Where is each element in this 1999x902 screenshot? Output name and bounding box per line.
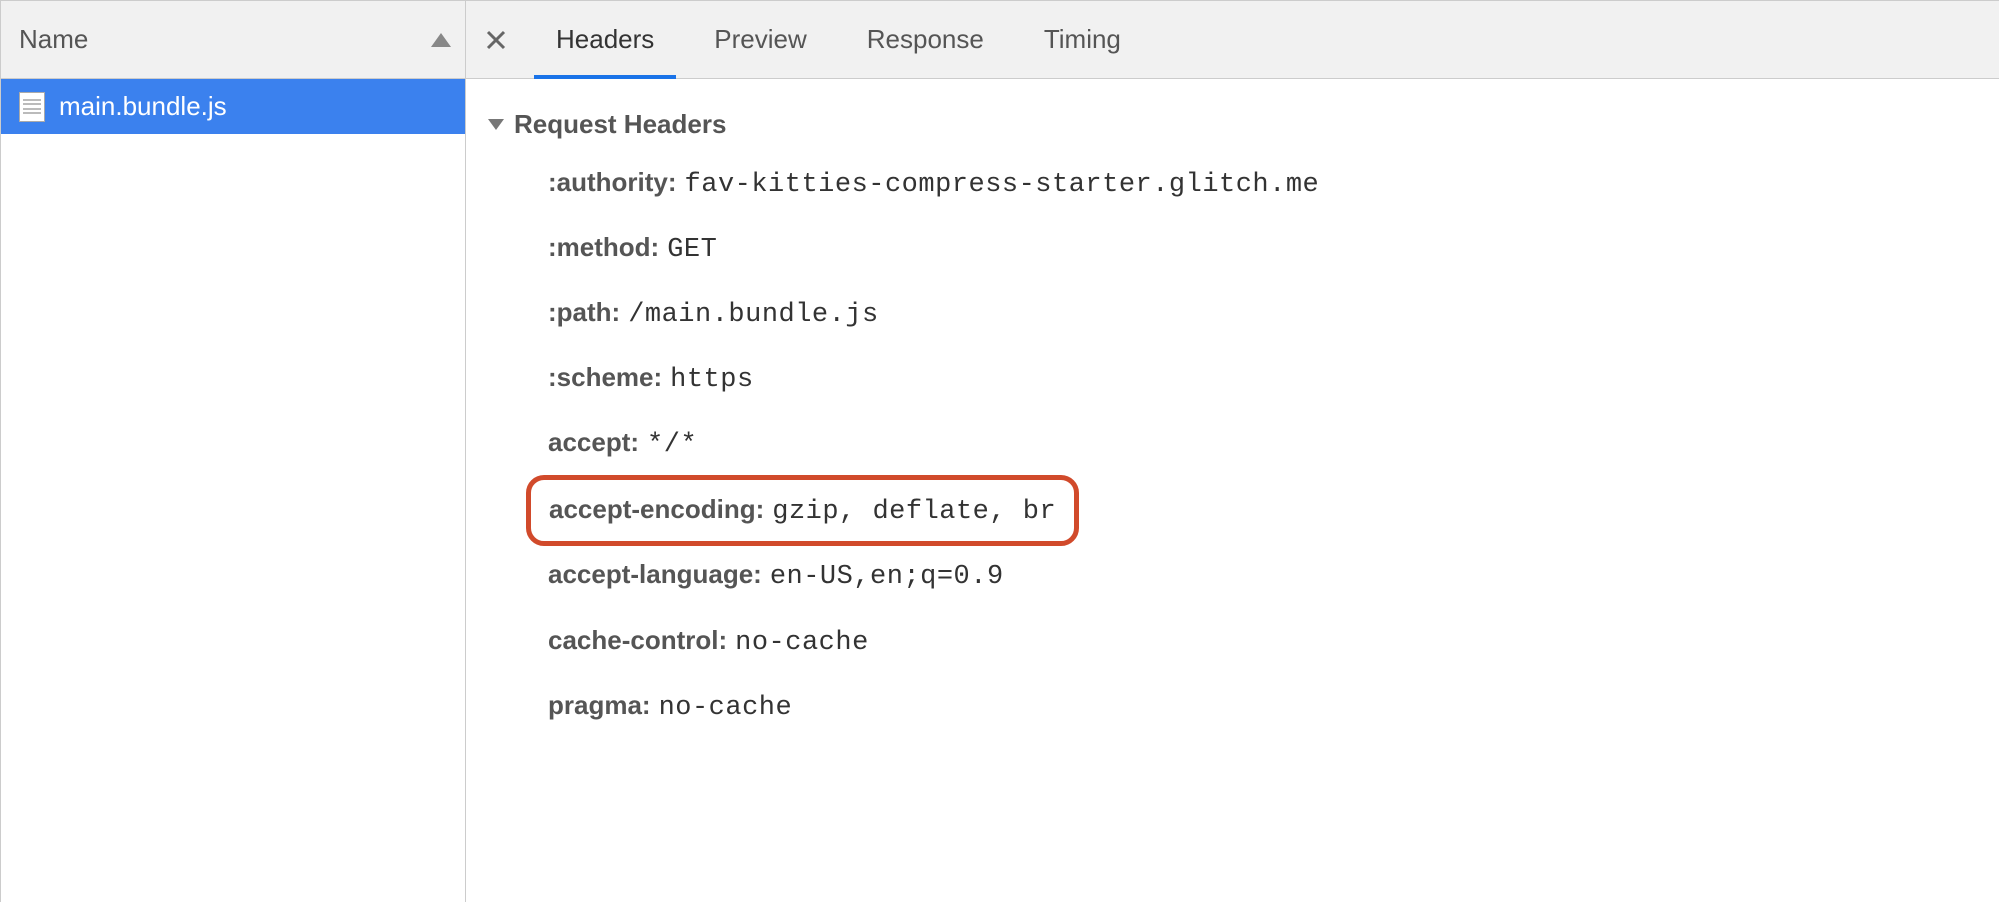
header-cache-control: cache-control: no-cache bbox=[548, 624, 1979, 661]
disclosure-triangle-icon bbox=[488, 119, 504, 130]
header-value: https bbox=[670, 363, 754, 398]
header-value: fav-kitties-compress-starter.glitch.me bbox=[685, 168, 1320, 203]
request-filename: main.bundle.js bbox=[59, 91, 227, 122]
tab-label: Headers bbox=[556, 24, 654, 55]
tab-preview[interactable]: Preview bbox=[684, 1, 836, 78]
header-name: accept-language: bbox=[548, 558, 762, 592]
header-value: */* bbox=[647, 428, 697, 463]
header-value: no-cache bbox=[735, 626, 869, 661]
request-details: Headers Preview Response Timing Request … bbox=[466, 1, 1999, 902]
tab-headers[interactable]: Headers bbox=[526, 1, 684, 78]
devtools-network-panel: Name main.bundle.js Headers bbox=[0, 0, 1999, 902]
header-accept-language: accept-language: en-US,en;q=0.9 bbox=[548, 558, 1979, 595]
header-pragma: pragma: no-cache bbox=[548, 689, 1979, 726]
section-title-label: Request Headers bbox=[514, 109, 726, 140]
header-scheme: :scheme: https bbox=[548, 361, 1979, 398]
header-authority: :authority: fav-kitties-compress-starter… bbox=[548, 166, 1979, 203]
header-name: :authority: bbox=[548, 166, 677, 200]
header-value: no-cache bbox=[659, 691, 793, 726]
header-accept-encoding-highlight: accept-encoding: gzip, deflate, br bbox=[526, 475, 1079, 546]
details-tabs: Headers Preview Response Timing bbox=[466, 1, 1999, 79]
header-value: GET bbox=[667, 233, 717, 268]
tab-response[interactable]: Response bbox=[837, 1, 1014, 78]
column-header-label: Name bbox=[19, 24, 88, 55]
close-button[interactable] bbox=[466, 30, 526, 50]
highlighted-header-wrap: accept-encoding: gzip, deflate, br bbox=[548, 475, 1979, 546]
file-icon bbox=[19, 92, 45, 122]
close-icon bbox=[486, 30, 506, 50]
tab-label: Response bbox=[867, 24, 984, 55]
header-accept: accept: */* bbox=[548, 426, 1979, 463]
header-value: /main.bundle.js bbox=[628, 298, 879, 333]
tab-label: Preview bbox=[714, 24, 806, 55]
tab-label: Timing bbox=[1044, 24, 1121, 55]
column-header-name[interactable]: Name bbox=[1, 1, 465, 79]
header-value: en-US,en;q=0.9 bbox=[770, 560, 1004, 595]
request-row-main-bundle[interactable]: main.bundle.js bbox=[1, 79, 465, 134]
header-value: gzip, deflate, br bbox=[772, 497, 1056, 527]
header-method: :method: GET bbox=[548, 231, 1979, 268]
header-name: pragma: bbox=[548, 689, 651, 723]
request-headers-section[interactable]: Request Headers bbox=[488, 109, 1979, 140]
header-name: :method: bbox=[548, 231, 659, 265]
header-name: :path: bbox=[548, 296, 620, 330]
request-list-sidebar: Name main.bundle.js bbox=[1, 1, 466, 902]
sort-ascending-icon bbox=[431, 33, 451, 47]
header-name: accept: bbox=[548, 426, 639, 460]
header-name: accept-encoding: bbox=[549, 494, 764, 525]
header-name: cache-control: bbox=[548, 624, 727, 658]
request-headers-list: :authority: fav-kitties-compress-starter… bbox=[488, 166, 1979, 726]
header-name: :scheme: bbox=[548, 361, 662, 395]
tab-timing[interactable]: Timing bbox=[1014, 1, 1151, 78]
header-path: :path: /main.bundle.js bbox=[548, 296, 1979, 333]
headers-panel: Request Headers :authority: fav-kitties-… bbox=[466, 79, 1999, 746]
